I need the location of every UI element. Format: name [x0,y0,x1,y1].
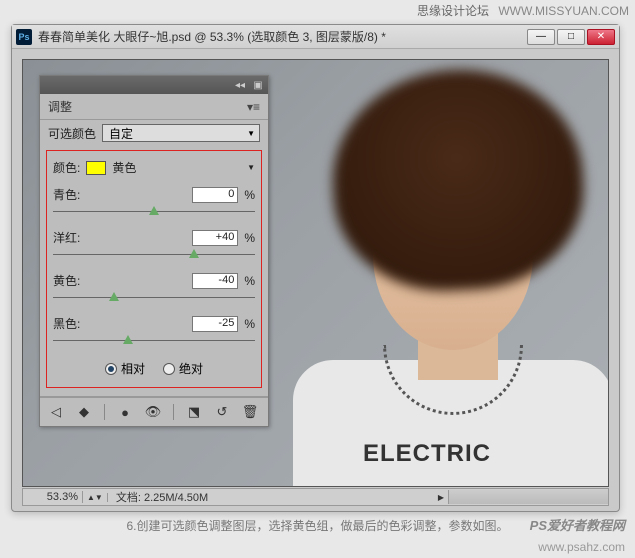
slider-track-0[interactable] [53,205,255,219]
slider-thumb-1[interactable] [189,249,199,258]
clip-icon[interactable]: ⬔ [186,404,202,420]
highlighted-settings: 颜色: 黄色 ▼ 青色: 0% 洋红: +40% 黄色: -40% 黑色: -25% 相对 绝… [46,150,262,388]
shirt-text: ELECTRIC [363,440,491,468]
slider-value-3[interactable]: -25 [192,316,238,332]
radio-relative-label: 相对 [121,360,145,377]
panel-menu-icon[interactable]: ▾≡ [247,100,260,114]
slider-track-2[interactable] [53,291,255,305]
radio-absolute[interactable]: 绝对 [163,360,203,377]
back-icon[interactable]: ◁ [48,404,64,420]
color-name: 黄色 [112,159,243,176]
horizontal-scrollbar[interactable] [448,490,608,504]
slider-thumb-0[interactable] [149,206,159,215]
status-bar: 53.3% ▲▼ 文档: 2.25M/4.50M ▶ [22,488,609,506]
footer-url: www.psahz.com [538,540,625,554]
panel-tab-adjust[interactable]: 调整 [48,98,72,115]
zoom-field[interactable]: 53.3% [23,491,83,503]
app-window: Ps 春春简单美化 大眼仔~旭.psd @ 53.3% (选取颜色 3, 图层蒙… [11,24,620,512]
slider-thumb-3[interactable] [123,335,133,344]
statusbar-menu-icon[interactable]: ▶ [434,493,448,502]
panel-header[interactable]: ◂◂ ▣ [40,76,268,94]
footer-brand: PS爱好者教程网 [530,515,625,534]
slider-label-0: 青色: [53,186,89,203]
slider-value-1[interactable]: +40 [192,230,238,246]
slider-pct-3: % [244,317,255,331]
radio-relative[interactable]: 相对 [105,360,145,377]
window-title: 春春简单美化 大眼仔~旭.psd @ 53.3% (选取颜色 3, 图层蒙版/8… [38,28,527,45]
preset-label: 可选颜色 [48,125,96,142]
visibility-icon[interactable]: 👁 [145,404,161,420]
slider-track-3[interactable] [53,334,255,348]
trash-icon[interactable]: 🗑 [242,404,258,420]
watermark-cn: 思缘设计论坛 [417,4,489,18]
reset-icon[interactable]: ↺ [214,404,230,420]
maximize-button[interactable]: □ [557,29,585,45]
zoom-arrows-icon[interactable]: ▲▼ [83,493,108,502]
watermark-url: WWW.MISSYUAN.COM [498,4,629,18]
color-swatch[interactable] [86,161,106,175]
close-panel-icon[interactable]: ▣ [252,79,264,91]
slider-pct-2: % [244,274,255,288]
radio-relative-dot [105,363,117,375]
radio-absolute-label: 绝对 [179,360,203,377]
radio-absolute-dot [163,363,175,375]
close-button[interactable]: ✕ [587,29,615,45]
photoshop-icon: Ps [16,29,32,45]
slider-value-2[interactable]: -40 [192,273,238,289]
slider-pct-0: % [244,188,255,202]
slider-value-0[interactable]: 0 [192,187,238,203]
slider-label-3: 黑色: [53,315,89,332]
color-label: 颜色: [53,159,80,176]
expand-icon[interactable]: ◆ [76,404,92,420]
collapse-icon[interactable]: ◂◂ [234,79,246,91]
doc-info: 文档: 2.25M/4.50M [108,489,216,505]
slider-label-1: 洋红: [53,229,89,246]
preset-select[interactable]: 自定 [102,124,260,142]
panel-footer: ◁ ◆ ● 👁 ⬔ ↺ 🗑 [40,397,268,426]
slider-pct-1: % [244,231,255,245]
minimize-button[interactable]: — [527,29,555,45]
titlebar: Ps 春春简单美化 大眼仔~旭.psd @ 53.3% (选取颜色 3, 图层蒙… [12,25,619,49]
slider-thumb-2[interactable] [109,292,119,301]
color-dropdown-icon[interactable]: ▼ [247,163,255,172]
slider-track-1[interactable] [53,248,255,262]
layer-mask-icon[interactable]: ● [117,404,133,420]
adjustments-panel: ◂◂ ▣ 调整 ▾≡ 可选颜色 自定 颜色: 黄色 ▼ 青色: 0% 洋红: +40%… [39,75,269,427]
slider-label-2: 黄色: [53,272,89,289]
